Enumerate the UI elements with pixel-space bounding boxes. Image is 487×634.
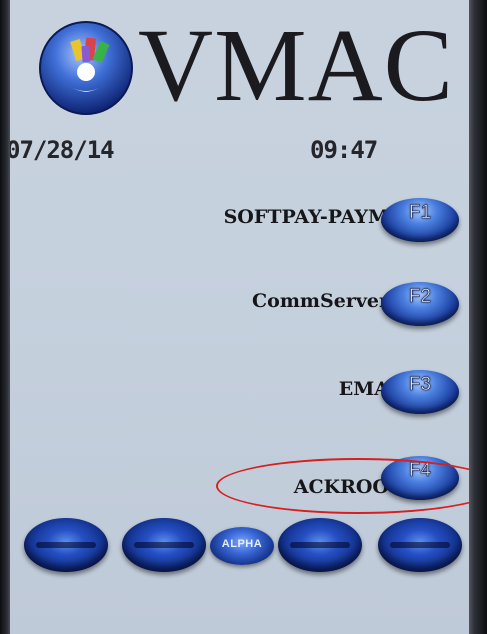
terminal-screen: VMAC 07/28/14 09:47 SOFTPAY-PAYM F1 Comm… [10,0,469,634]
menu-row-commserver[interactable]: CommServer F2 [169,282,469,332]
menu-label-commserver: CommServer [252,290,389,312]
time-display: 09:47 [310,136,378,164]
f1-key[interactable]: F1 [381,198,459,242]
date-display: 07/28/14 [10,136,115,164]
alpha-key[interactable]: ALPHA [210,527,274,565]
vmac-logo-icon [39,21,133,115]
menu-label-softpay: SOFTPAY-PAYM [223,206,389,228]
menu-row-ackroo[interactable]: ACKROO F4 [169,456,469,506]
soft-key-2[interactable] [122,518,206,572]
menu-row-ema[interactable]: EMA F3 [169,370,469,420]
device-bezel-left [0,0,10,634]
f4-key[interactable]: F4 [381,456,459,500]
soft-key-1[interactable] [24,518,108,572]
f3-key[interactable]: F3 [381,370,459,414]
app-title: VMAC [138,8,455,123]
device-bezel-right [469,0,487,634]
menu-label-ackroo: ACKROO [293,476,389,498]
f2-key[interactable]: F2 [381,282,459,326]
soft-key-4[interactable] [378,518,462,572]
menu-row-softpay[interactable]: SOFTPAY-PAYM F1 [169,198,469,248]
soft-key-3[interactable] [278,518,362,572]
